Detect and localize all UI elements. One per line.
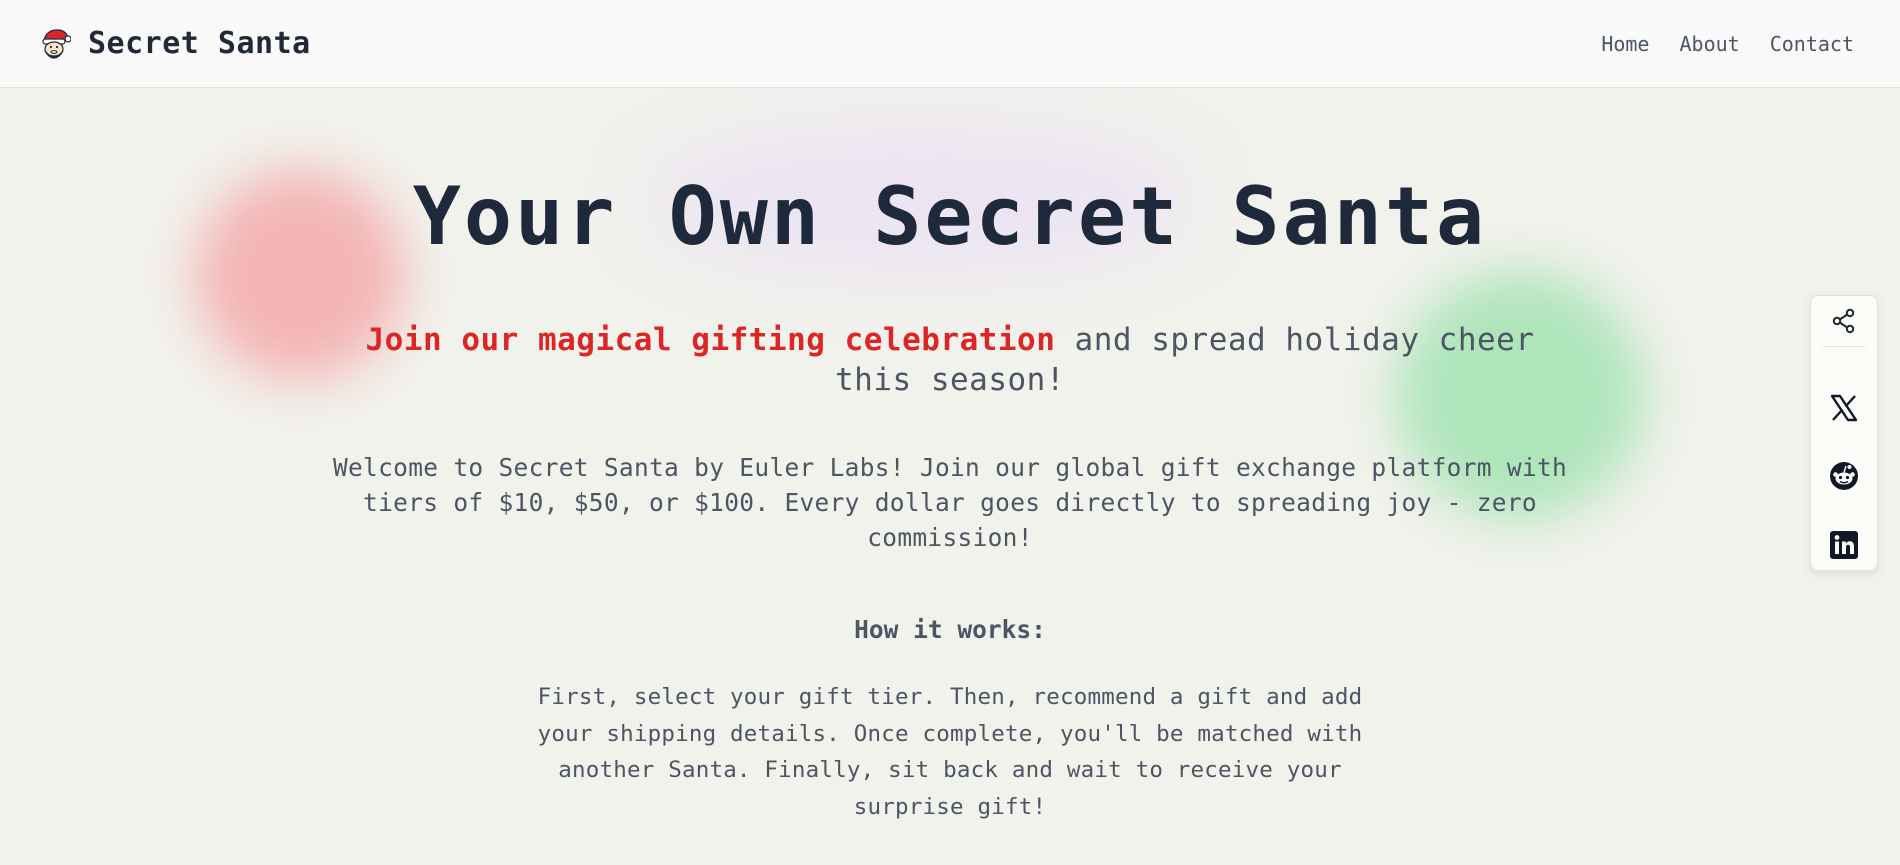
hero-section: Your Own Secret Santa Join our magical g… xyxy=(0,88,1900,865)
page-title: Your Own Secret Santa xyxy=(412,170,1488,263)
tagline: Join our magical gifting celebration and… xyxy=(330,320,1570,400)
brand[interactable]: Secret Santa xyxy=(38,26,311,61)
nav-links: Home About Contact xyxy=(1601,32,1854,56)
nav-link-about[interactable]: About xyxy=(1679,32,1739,56)
welcome-text: Welcome to Secret Santa by Euler Labs! J… xyxy=(332,453,1568,552)
tagline-highlight: Join our magical gifting celebration xyxy=(365,322,1056,358)
nav-link-home[interactable]: Home xyxy=(1601,32,1649,56)
brand-title: Secret Santa xyxy=(88,26,311,61)
top-navbar: Secret Santa Home About Contact xyxy=(0,0,1900,88)
reddit-icon[interactable] xyxy=(1810,451,1878,502)
share-panel xyxy=(1810,295,1878,571)
nav-link-contact[interactable]: Contact xyxy=(1770,32,1854,56)
x-icon[interactable] xyxy=(1810,383,1878,434)
share-icon[interactable] xyxy=(1822,296,1866,347)
linkedin-icon[interactable] xyxy=(1810,520,1878,571)
how-it-works-text: First, select your gift tier. Then, reco… xyxy=(537,684,1363,820)
how-it-works-heading: How it works: xyxy=(854,615,1046,644)
santa-face-icon xyxy=(38,27,72,61)
